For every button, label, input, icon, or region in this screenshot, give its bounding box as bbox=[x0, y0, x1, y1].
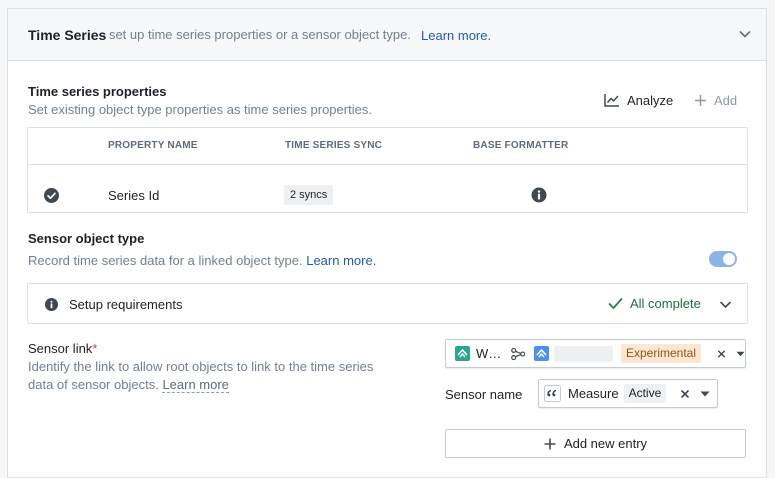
caret-down-icon[interactable] bbox=[736, 351, 745, 357]
setup-requirements-row[interactable]: Setup requirements All complete bbox=[27, 283, 748, 324]
add-property-button[interactable]: Add bbox=[694, 91, 737, 109]
check-circle-icon bbox=[44, 188, 59, 203]
close-icon[interactable] bbox=[680, 389, 690, 399]
plus-icon bbox=[544, 438, 556, 449]
sensor-link-label-text: Sensor link bbox=[28, 341, 93, 356]
sensor-link-help-text: data of sensor objects. bbox=[28, 377, 159, 392]
add-new-entry-label: Add new entry bbox=[563, 436, 648, 451]
object-type-icon bbox=[455, 346, 470, 361]
caret-down-icon[interactable] bbox=[700, 391, 710, 397]
sensor-toggle-switch[interactable] bbox=[709, 251, 737, 267]
sensor-link-label: Sensor link* bbox=[28, 341, 97, 356]
ts-properties-subtitle: Set existing object type properties as t… bbox=[28, 102, 372, 117]
required-mark: * bbox=[92, 341, 98, 356]
active-badge: Active bbox=[623, 384, 667, 403]
analyze-label: Analyze bbox=[627, 92, 674, 108]
redacted-name bbox=[553, 345, 613, 362]
analyze-button[interactable]: Analyze bbox=[604, 91, 673, 109]
quote-icon bbox=[544, 385, 561, 402]
property-name-cell[interactable]: Series Id bbox=[108, 188, 159, 203]
setup-status-text: All complete bbox=[630, 296, 701, 311]
root-object-name: W… bbox=[476, 346, 502, 361]
setup-status: All complete bbox=[608, 296, 701, 311]
sensor-name-value: Measure bbox=[568, 386, 619, 401]
syncs-tag[interactable]: 2 syncs bbox=[284, 185, 334, 205]
chevron-down-icon[interactable] bbox=[719, 298, 732, 311]
sensor-link-help-line1: Identify the link to allow root objects … bbox=[28, 359, 374, 374]
ts-properties-table: PROPERTY NAME TIME SERIES SYNC BASE FORM… bbox=[27, 127, 748, 213]
sensor-link-learn-more[interactable]: Learn more bbox=[162, 377, 229, 393]
ts-properties-title: Time series properties bbox=[28, 84, 167, 99]
table-divider bbox=[28, 164, 747, 165]
info-icon bbox=[45, 298, 58, 311]
section-header[interactable]: Time Series - set up time series propert… bbox=[8, 9, 766, 61]
setup-requirements-label: Setup requirements bbox=[69, 297, 183, 312]
sensor-subtitle: Record time series data for a linked obj… bbox=[28, 253, 376, 268]
time-series-panel: Time Series - set up time series propert… bbox=[7, 8, 767, 478]
column-header-time-series-sync: TIME SERIES SYNC bbox=[285, 140, 383, 151]
sensor-object-icon bbox=[533, 346, 549, 361]
sensor-link-select[interactable]: W… Experimental bbox=[445, 339, 746, 368]
sensor-name-select[interactable]: Measure Active bbox=[538, 379, 718, 408]
check-icon bbox=[608, 298, 623, 309]
line-chart-icon bbox=[604, 94, 619, 107]
sensor-learn-more-link[interactable]: Learn more. bbox=[306, 253, 376, 268]
info-icon[interactable] bbox=[531, 187, 547, 203]
column-header-base-formatter: BASE FORMATTER bbox=[473, 140, 569, 151]
chevron-down-icon[interactable] bbox=[738, 27, 752, 41]
header-learn-more-link[interactable]: Learn more. bbox=[421, 28, 491, 43]
sensor-link-help-line2: data of sensor objects. Learn more bbox=[28, 377, 229, 393]
column-header-property-name: PROPERTY NAME bbox=[108, 140, 198, 151]
sensor-subtitle-text: Record time series data for a linked obj… bbox=[28, 253, 303, 268]
sensor-name-label: Sensor name bbox=[445, 387, 523, 402]
section-title: Time Series bbox=[28, 27, 107, 43]
close-icon[interactable] bbox=[717, 349, 726, 359]
section-subtitle: - set up time series properties or a sen… bbox=[101, 27, 411, 42]
plus-icon bbox=[695, 94, 706, 106]
add-new-entry-button[interactable]: Add new entry bbox=[445, 429, 746, 458]
add-label: Add bbox=[714, 92, 738, 108]
link-icon bbox=[511, 347, 526, 360]
experimental-badge: Experimental bbox=[620, 344, 702, 363]
sensor-title: Sensor object type bbox=[28, 231, 145, 246]
